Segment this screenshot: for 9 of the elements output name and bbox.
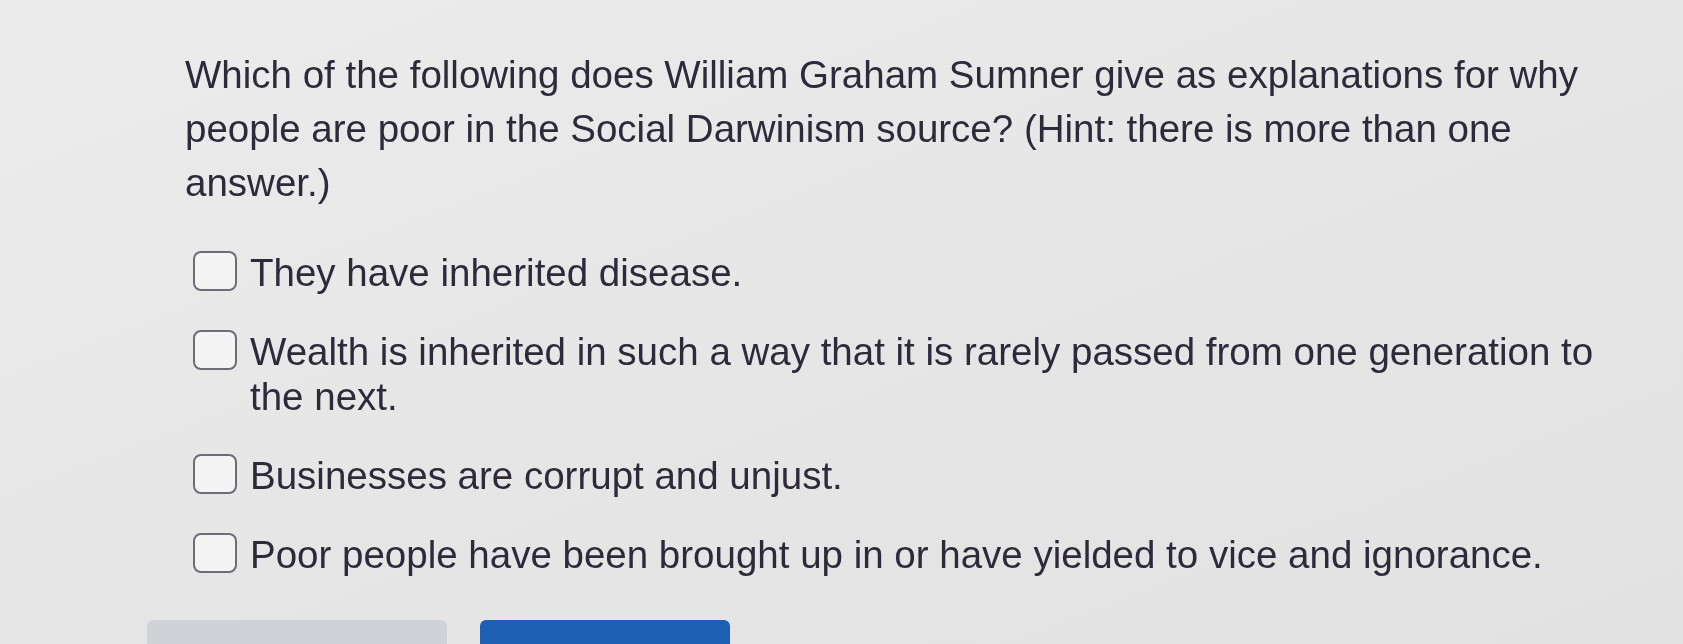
checkbox[interactable]: [193, 251, 237, 291]
option-label: Wealth is inherited in such a way that it is rarely passed from one generation to the next.: [250, 329, 1595, 419]
option-label: Poor people have been brought up in or have yielded to vice and ignorance.: [250, 532, 1544, 577]
checkbox[interactable]: [193, 330, 237, 370]
checkbox[interactable]: [193, 533, 237, 573]
question-text: Which of the following does William Graham Sumner give as explanations for why people are poor in the Social Darwinism source? (Hint: there is more than one answer.): [185, 52, 1580, 206]
option-label: They have inherited disease.: [250, 250, 744, 295]
option-label: Businesses are corrupt and unjust.: [250, 453, 844, 498]
checkbox[interactable]: [193, 454, 237, 494]
